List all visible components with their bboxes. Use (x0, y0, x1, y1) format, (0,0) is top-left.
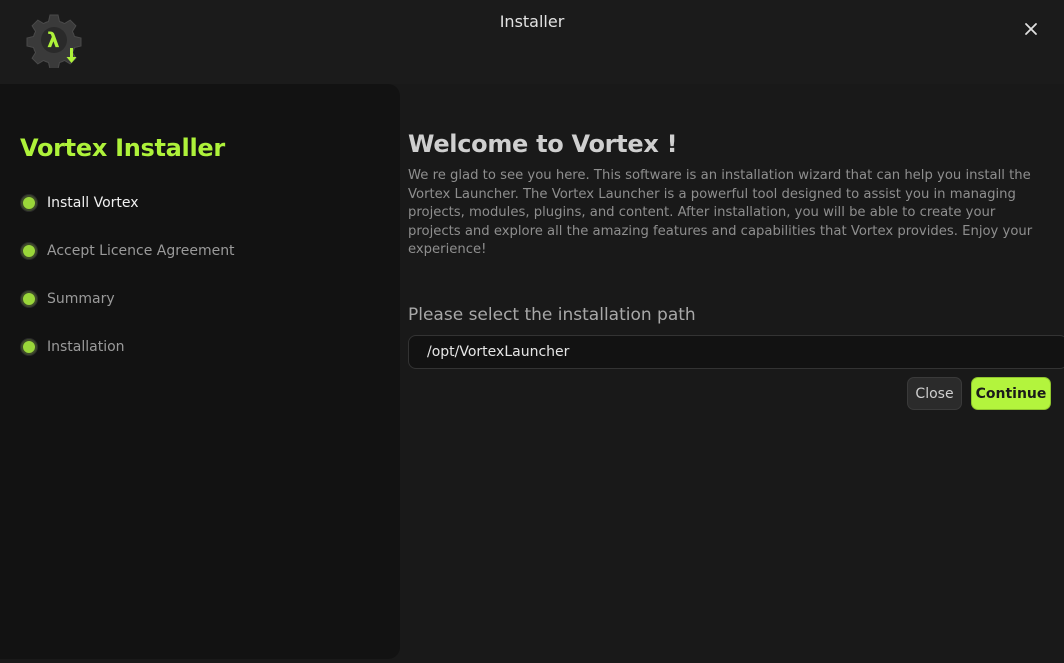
step-indicator-icon (21, 195, 37, 211)
step-accept-licence: Accept Licence Agreement (21, 239, 235, 263)
window-title: Installer (499, 12, 565, 31)
step-list: Install Vortex Accept Licence Agreement … (21, 191, 235, 383)
step-label: Accept Licence Agreement (47, 243, 235, 259)
path-label: Please select the installation path (408, 305, 696, 325)
svg-text:λ: λ (47, 28, 60, 52)
step-indicator-icon (21, 291, 37, 307)
continue-button[interactable]: Continue (971, 377, 1051, 410)
step-label: Summary (47, 291, 115, 307)
installation-path-input[interactable] (408, 335, 1064, 369)
close-button[interactable]: Close (907, 377, 962, 410)
installer-window: λ Installer Vortex Installer Install Vor… (0, 0, 1064, 663)
step-indicator-icon (21, 243, 37, 259)
sidebar-title: Vortex Installer (20, 134, 225, 162)
step-install-vortex: Install Vortex (21, 191, 235, 215)
step-summary: Summary (21, 287, 235, 311)
sidebar: Vortex Installer Install Vortex Accept L… (0, 84, 400, 659)
step-indicator-icon (21, 339, 37, 355)
step-label: Install Vortex (47, 195, 139, 211)
step-label: Installation (47, 339, 125, 355)
step-installation: Installation (21, 335, 235, 359)
close-icon[interactable] (1018, 16, 1044, 42)
page-title: Welcome to Vortex ! (408, 130, 678, 158)
title-bar: λ Installer (0, 0, 1064, 84)
main-content: Welcome to Vortex ! We re glad to see yo… (408, 130, 1064, 260)
welcome-description: We re glad to see you here. This softwar… (408, 168, 1033, 257)
